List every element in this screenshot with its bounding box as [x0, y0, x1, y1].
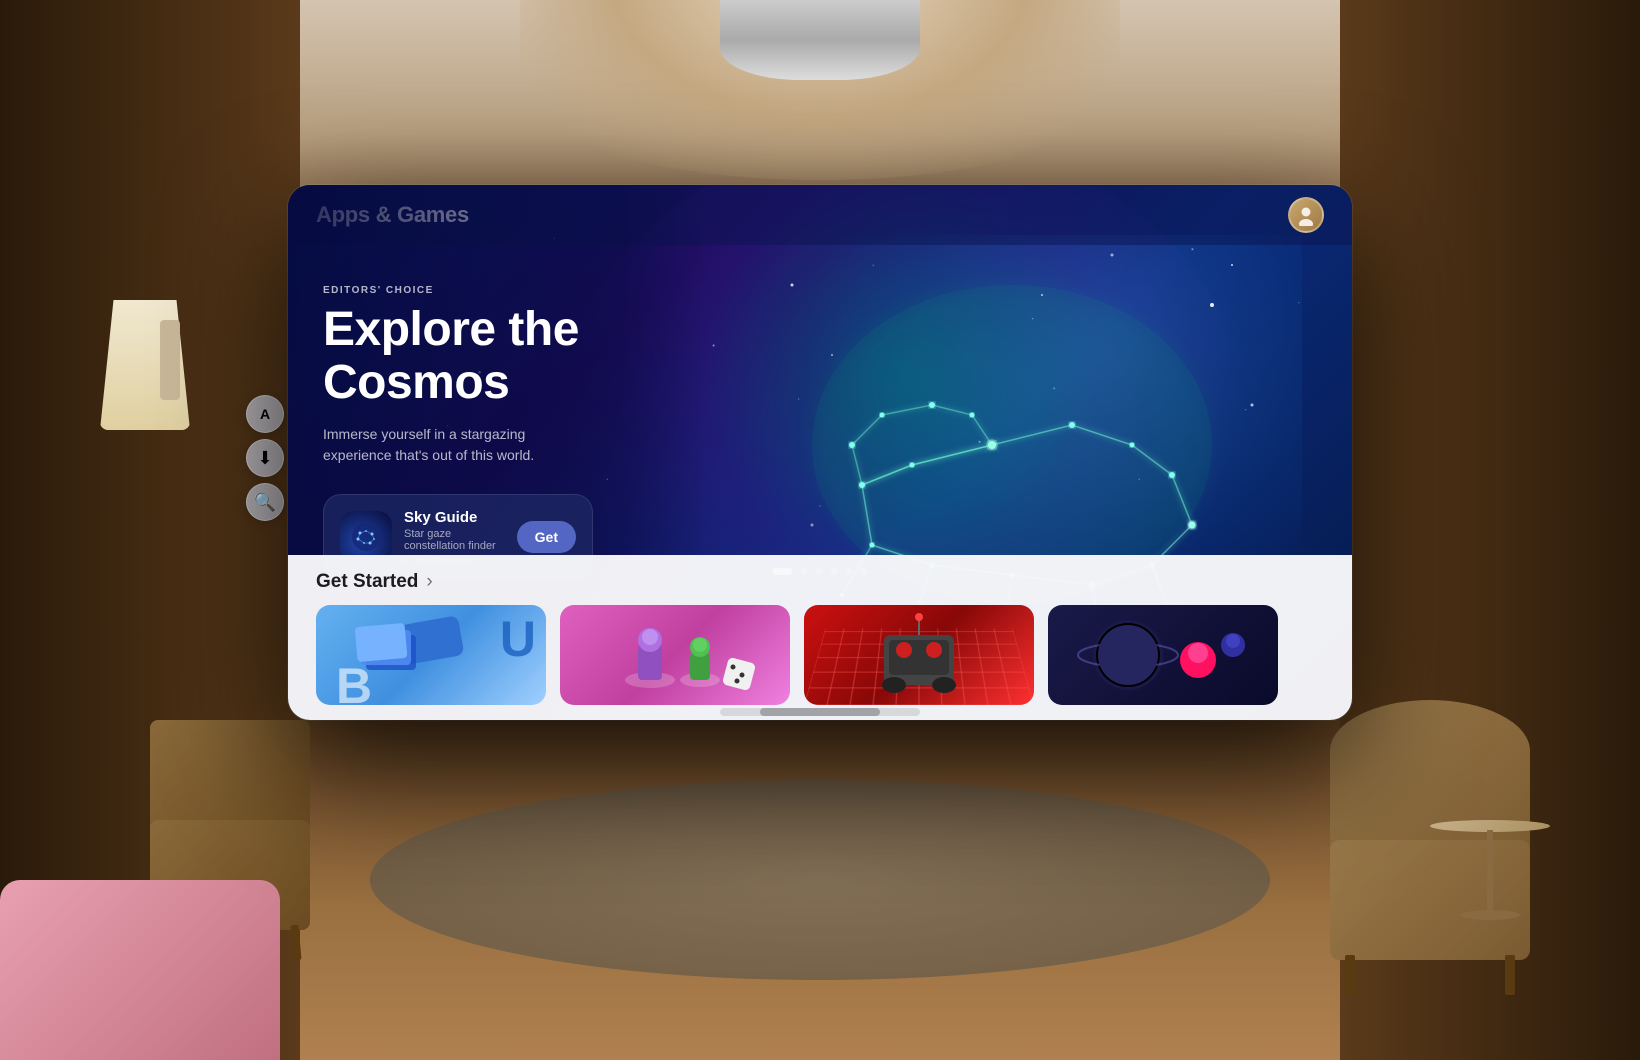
board-game-graphic — [560, 605, 790, 705]
letter-u: U — [500, 610, 536, 668]
get-started-arrow: › — [426, 571, 432, 593]
avatar-icon — [1295, 204, 1317, 226]
side-table — [1430, 820, 1550, 920]
main-screen: Apps & Games EDITORS' CHOICE Explore the… — [288, 185, 1352, 720]
scrollbar-thumb[interactable] — [760, 708, 880, 716]
ceiling-lamp — [720, 0, 920, 80]
lamp-post — [160, 320, 180, 400]
hero-title: Explore the Cosmos — [323, 304, 673, 410]
scrollbar[interactable] — [720, 708, 920, 716]
sky-guide-icon — [350, 521, 382, 553]
chair-right-leg1 — [1345, 955, 1355, 995]
app-name: Sky Guide — [404, 509, 505, 526]
hero-subtitle: Immerse yourself in a stargazing experie… — [323, 424, 583, 466]
get-started-section: Get Started › B U — [288, 555, 1352, 720]
side-table-base — [1460, 910, 1520, 920]
get-button[interactable]: Get — [517, 521, 576, 553]
sidebar-apps-button[interactable]: A — [246, 395, 284, 433]
editors-choice-badge: EDITORS' CHOICE — [323, 285, 673, 296]
thumbnail-racing-game[interactable] — [804, 605, 1034, 705]
hero-title-line2: Cosmos — [323, 356, 509, 409]
thumbnail-space-app[interactable] — [1048, 605, 1278, 705]
rug — [370, 780, 1270, 980]
sidebar: A ⬇ 🔍 — [246, 395, 284, 521]
get-started-title: Get Started — [316, 571, 418, 593]
hero-title-line1: Explore the — [323, 303, 579, 356]
app-description: Star gaze constellation finder — [404, 528, 505, 552]
app-cards-row: B U — [316, 605, 1324, 705]
blue-app-graphic — [346, 615, 446, 685]
side-table-leg — [1487, 830, 1493, 910]
space-graphic — [1048, 605, 1278, 705]
thumbnail-board-game[interactable] — [560, 605, 790, 705]
get-started-header: Get Started › — [316, 571, 1324, 593]
sidebar-search-button[interactable]: 🔍 — [246, 483, 284, 521]
user-avatar[interactable] — [1288, 197, 1324, 233]
thumbnail-blue-app[interactable]: B U — [316, 605, 546, 705]
chair-right-leg2 — [1505, 955, 1515, 995]
racing-graphic — [804, 605, 1034, 705]
bed-corner — [0, 880, 280, 1060]
sidebar-download-button[interactable]: ⬇ — [246, 439, 284, 477]
